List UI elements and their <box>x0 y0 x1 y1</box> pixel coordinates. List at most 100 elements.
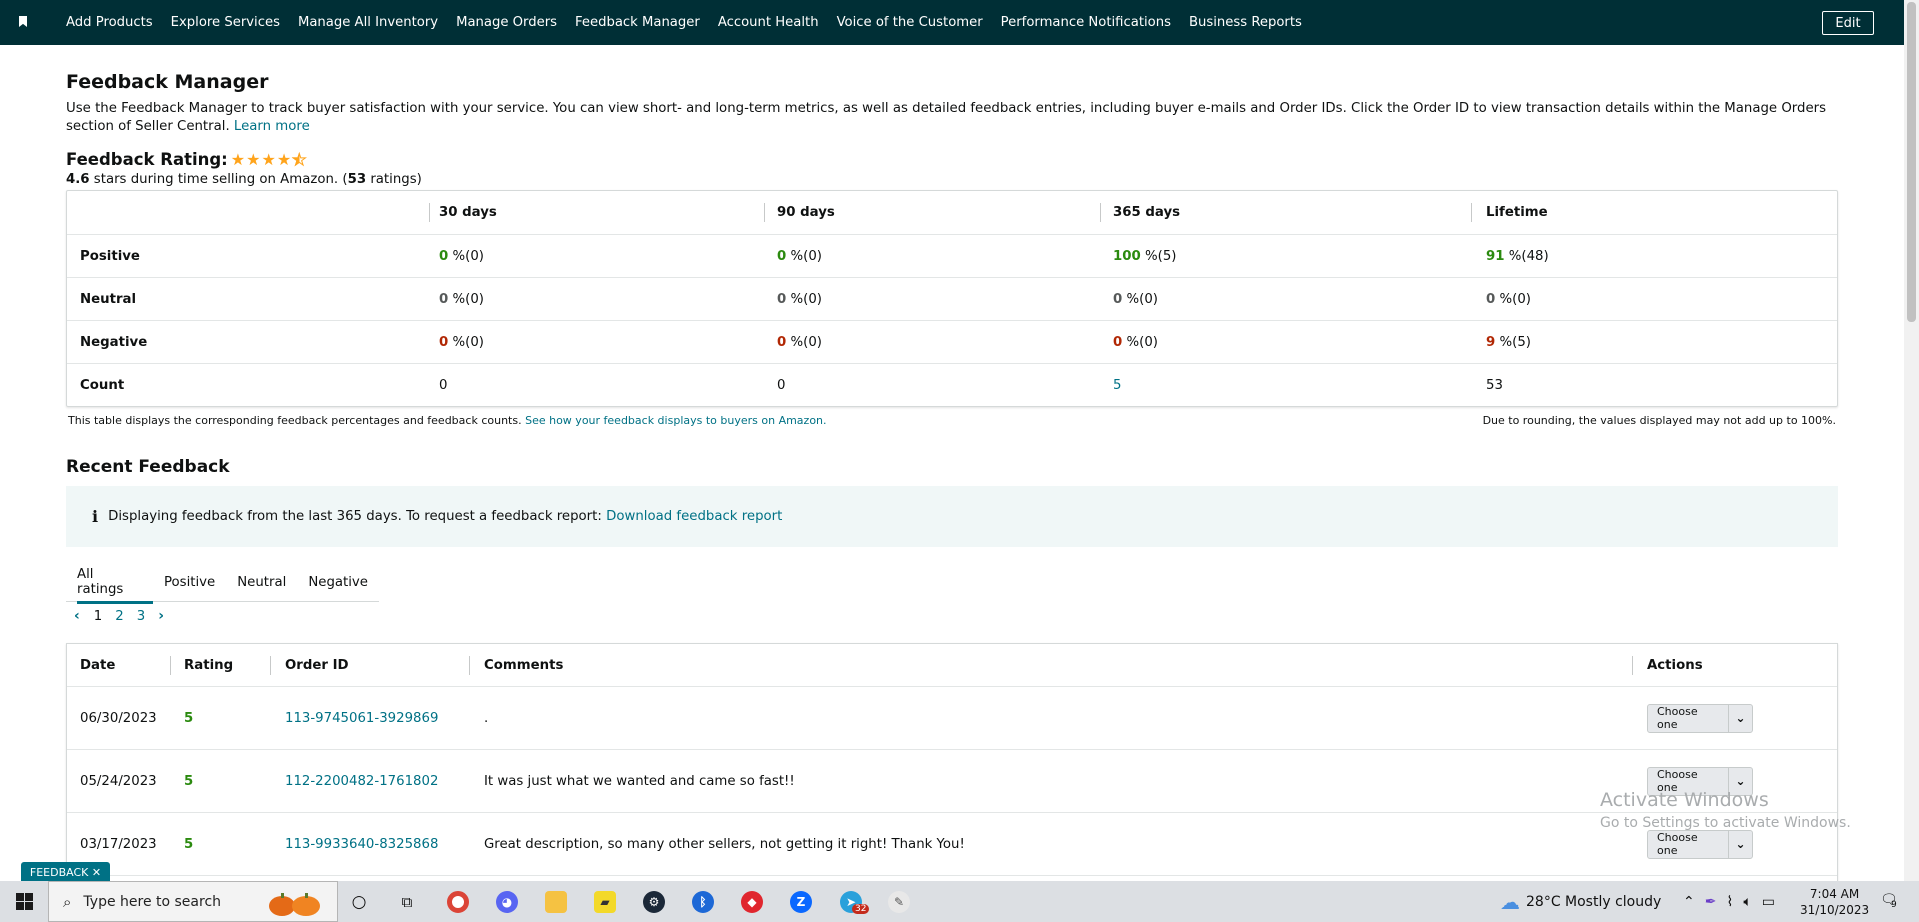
star-icon: ★ <box>261 149 276 169</box>
intro-body: Use the Feedback Manager to track buyer … <box>66 101 1827 134</box>
row-order-id: 112-2200482-1761802 <box>270 750 469 812</box>
page-3[interactable]: 3 <box>137 609 145 624</box>
weather-text: 28°C Mostly cloudy <box>1526 893 1662 910</box>
tab-positive[interactable]: Positive <box>153 562 226 602</box>
metrics-cell: 0 %(0) <box>1100 278 1471 320</box>
row-comment: . <box>484 710 489 726</box>
info-alert: i Displaying feedback from the last 365 … <box>66 486 1838 547</box>
metrics-row-count: Count 0 0 5 53 <box>67 363 1837 406</box>
pen-icon[interactable]: ✒ <box>1705 894 1717 910</box>
task-view-icon[interactable]: ⧉ <box>396 891 418 913</box>
rating-tabs: All ratings Positive Neutral Negative <box>66 562 379 604</box>
metric-count: %(0) <box>790 248 822 264</box>
metric-count: %(0) <box>790 291 822 307</box>
nav-explore-services[interactable]: Explore Services <box>171 15 280 30</box>
metrics-row-label: Positive <box>80 248 140 264</box>
nav-manage-orders[interactable]: Manage Orders <box>456 15 557 30</box>
nav-voice-of-the-customer[interactable]: Voice of the Customer <box>837 15 983 30</box>
table-row: 03/17/2023 5 113-9933640-8325868 Great d… <box>67 813 1837 876</box>
clock-date: 31/10/2023 <box>1800 903 1870 917</box>
metrics-count-value[interactable]: 5 <box>1113 378 1121 393</box>
row-order-id: 113-9745061-3929869 <box>270 687 469 749</box>
feedback-metrics-table: 30 days 90 days 365 days Lifetime Positi… <box>66 190 1838 407</box>
file-explorer-icon[interactable] <box>545 891 567 913</box>
speaker-icon[interactable]: ▭ <box>1762 894 1775 910</box>
choose-one-dropdown[interactable]: Choose one ⌄ <box>1647 703 1753 733</box>
metrics-count-link[interactable]: 5 <box>1100 364 1471 406</box>
tab-neutral[interactable]: Neutral <box>226 562 297 602</box>
bluetooth-icon[interactable]: ᛒ <box>692 891 714 913</box>
row-actions: Choose one ⌄ <box>1632 687 1837 749</box>
close-icon[interactable]: ✕ <box>92 866 101 879</box>
column-date[interactable]: Date <box>67 644 170 686</box>
nav-performance-notifications[interactable]: Performance Notifications <box>1001 15 1171 30</box>
metric-percent: 0 <box>439 248 449 264</box>
column-rating[interactable]: Rating <box>170 644 270 686</box>
chrome-icon[interactable] <box>447 891 469 913</box>
metrics-cell: 0 %(0) <box>429 321 764 363</box>
star-icon: ★ <box>246 149 261 169</box>
metrics-cell: 0 %(0) <box>429 235 764 277</box>
metric-percent: 0 <box>1486 291 1496 307</box>
tab-all-ratings[interactable]: All ratings <box>66 562 153 604</box>
chevron-up-icon[interactable]: ⌃ <box>1683 894 1695 910</box>
order-id-link[interactable]: 113-9745061-3929869 <box>285 711 438 726</box>
paint-icon[interactable]: ✎ <box>888 891 910 913</box>
scrollbar-thumb[interactable] <box>1907 2 1916 322</box>
clock-time: 7:04 AM <box>1809 887 1860 901</box>
metrics-note-left: This table displays the corresponding fe… <box>68 414 827 427</box>
metrics-count-cell: 0 <box>777 377 786 393</box>
learn-more-link[interactable]: Learn more <box>234 119 310 134</box>
steam-icon[interactable]: ⚙ <box>643 891 665 913</box>
weather-widget[interactable]: ☁ 28°C Mostly cloudy <box>1500 881 1661 922</box>
half-star-icon: ★ <box>292 149 307 169</box>
page-1[interactable]: 1 <box>94 609 102 624</box>
cortana-icon[interactable]: ○ <box>348 891 370 913</box>
order-id-link[interactable]: 112-2200482-1761802 <box>285 774 438 789</box>
nav-business-reports[interactable]: Business Reports <box>1189 15 1302 30</box>
download-feedback-report-link[interactable]: Download feedback report <box>606 509 782 524</box>
row-rating: 5 <box>184 710 194 726</box>
metric-count: %(48) <box>1508 248 1549 264</box>
sticky-notes-icon[interactable]: ▰ <box>594 891 616 913</box>
telegram-badge: 32 <box>852 904 870 914</box>
notification-center-icon[interactable]: 🗨︎ 9 <box>1880 892 1900 910</box>
column-order-id[interactable]: Order ID <box>270 644 469 686</box>
nav-feedback-manager[interactable]: Feedback Manager <box>575 15 700 30</box>
info-text: Displaying feedback from the last 365 da… <box>108 509 602 524</box>
nav-account-health[interactable]: Account Health <box>718 15 819 30</box>
metric-percent: 0 <box>1113 334 1123 350</box>
nav-add-products[interactable]: Add Products <box>66 15 153 30</box>
windows-start-icon[interactable] <box>16 893 33 910</box>
chevron-down-icon[interactable]: ⌄ <box>1728 704 1752 732</box>
volume-icon[interactable]: 🔈︎ <box>1743 894 1751 910</box>
app-red-icon[interactable]: ◆ <box>741 891 763 913</box>
taskbar-clock[interactable]: 7:04 AM 31/10/2023 <box>1800 886 1869 918</box>
edit-button[interactable]: Edit <box>1822 11 1874 35</box>
metrics-row-label: Negative <box>80 334 148 350</box>
feedback-tab-button[interactable]: FEEDBACK ✕ <box>21 862 110 882</box>
network-icon[interactable]: ⌇ <box>1726 894 1733 910</box>
activate-windows-title: Activate Windows <box>1600 789 1769 811</box>
zalo-icon[interactable]: Z <box>790 891 812 913</box>
page-2[interactable]: 2 <box>115 609 123 624</box>
tab-negative[interactable]: Negative <box>297 562 379 602</box>
metric-percent: 100 <box>1113 248 1141 264</box>
choose-one-dropdown[interactable]: Choose one ⌄ <box>1647 829 1753 859</box>
metrics-cell: 0 %(0) <box>764 278 1100 320</box>
bookmark-icon[interactable] <box>19 16 27 27</box>
feedback-rating: Feedback Rating: ★ ★ ★ ★ ★ <box>66 150 308 169</box>
recent-feedback-title: Recent Feedback <box>66 457 230 477</box>
chevron-down-icon[interactable]: ⌄ <box>1728 830 1752 858</box>
vertical-scrollbar[interactable] <box>1904 0 1919 881</box>
row-date: 06/30/2023 <box>80 710 157 726</box>
chevron-left-icon[interactable]: ‹ <box>74 608 80 624</box>
order-id-link[interactable]: 113-9933640-8325868 <box>285 837 438 852</box>
chevron-right-icon[interactable]: › <box>158 608 164 624</box>
nav-manage-all-inventory[interactable]: Manage All Inventory <box>298 15 438 30</box>
rating-summary: 4.6 stars during time selling on Amazon.… <box>66 172 422 187</box>
discord-icon[interactable]: ◕ <box>496 891 518 913</box>
metrics-cell: 0 %(0) <box>429 278 764 320</box>
star-rating: ★ ★ ★ ★ ★ <box>231 149 308 169</box>
see-feedback-display-link[interactable]: See how your feedback displays to buyers… <box>525 414 826 427</box>
